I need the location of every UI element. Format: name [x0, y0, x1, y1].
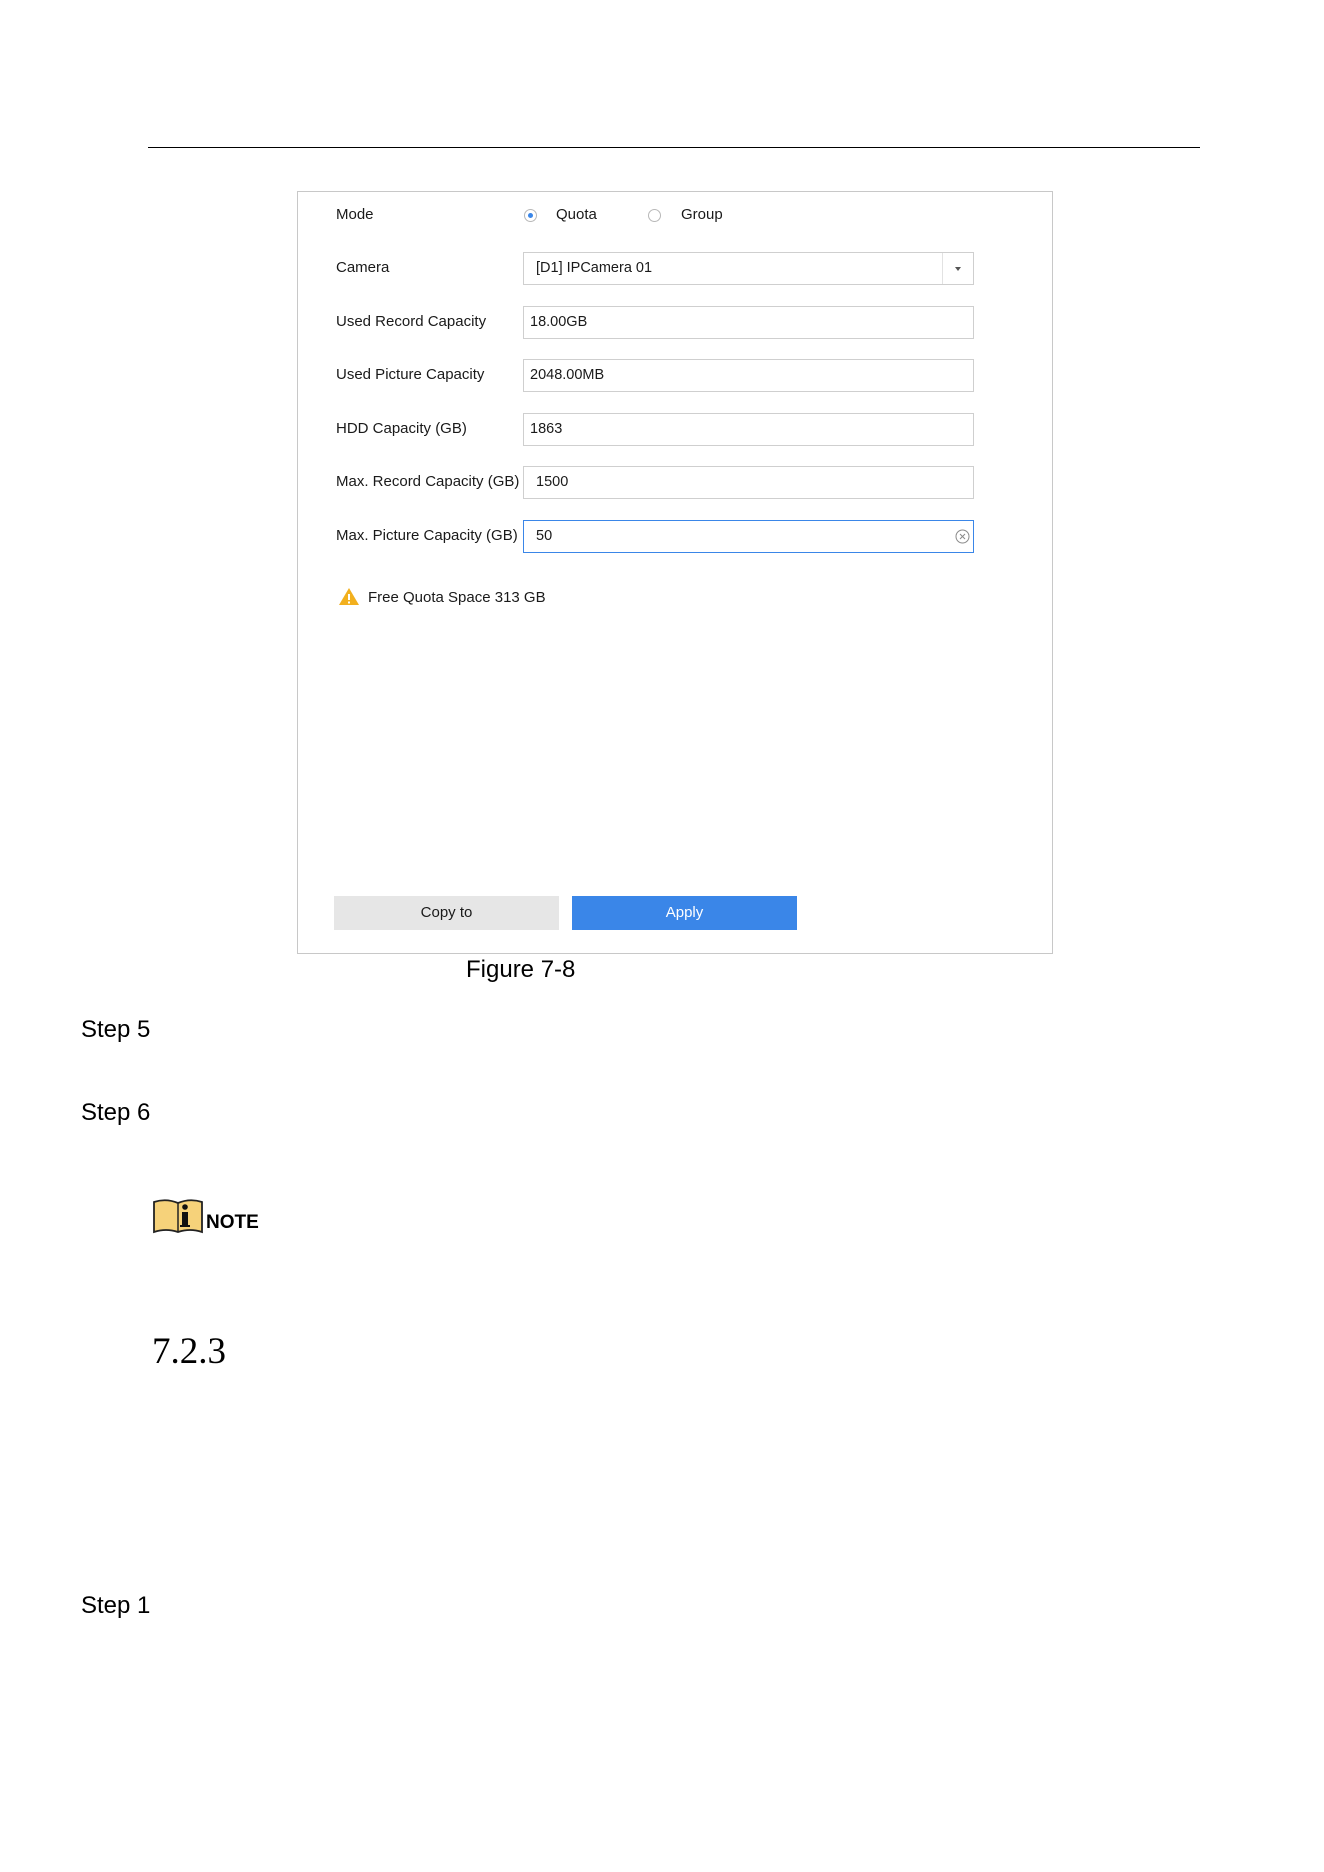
used-picture-capacity-value: 2048.00MB: [530, 367, 605, 383]
mode-label: Mode: [336, 206, 374, 223]
clear-icon[interactable]: [955, 529, 970, 544]
header-rule: [148, 147, 1200, 148]
step-5-label: Step 5: [81, 1016, 151, 1043]
step-1-label: Step 1: [81, 1592, 151, 1619]
hdd-capacity-label: HDD Capacity (GB): [336, 420, 467, 437]
max-record-capacity-value: 1500: [536, 474, 569, 490]
used-record-capacity-value: 18.00GB: [530, 314, 588, 330]
used-picture-capacity-field: 2048.00MB: [523, 359, 974, 392]
copy-to-button[interactable]: Copy to: [334, 896, 559, 930]
step-6-label: Step 6: [81, 1099, 151, 1126]
max-record-capacity-label: Max. Record Capacity (GB): [336, 473, 520, 490]
hdd-capacity-value: 1863: [530, 421, 563, 437]
camera-label: Camera: [336, 259, 390, 276]
section-number: 7.2.3: [152, 1331, 226, 1372]
max-picture-capacity-label: Max. Picture Capacity (GB): [336, 527, 518, 544]
mode-group-radio[interactable]: [648, 209, 661, 222]
mode-quota-radio[interactable]: [524, 209, 537, 222]
note-book-icon: [153, 1199, 203, 1234]
mode-group-label[interactable]: Group: [681, 206, 723, 223]
used-picture-capacity-label: Used Picture Capacity: [336, 366, 485, 383]
used-record-capacity-field: 18.00GB: [523, 306, 974, 339]
free-quota-warning: Free Quota Space 313 GB: [368, 589, 546, 606]
figure-caption: Figure 7-8: [466, 956, 576, 983]
max-picture-capacity-input[interactable]: 50: [523, 520, 974, 553]
used-record-capacity-label: Used Record Capacity: [336, 313, 487, 330]
chevron-down-icon[interactable]: [942, 253, 973, 284]
camera-select[interactable]: [D1] IPCamera 01: [523, 252, 974, 285]
hdd-capacity-field: 1863: [523, 413, 974, 446]
quota-settings-panel: Mode Quota Group Camera [D1] IPCamera 01…: [297, 191, 1053, 954]
mode-quota-label[interactable]: Quota: [556, 206, 597, 223]
warning-icon: [339, 588, 359, 605]
note-label: NOTE: [206, 1212, 259, 1233]
max-picture-capacity-value: 50: [536, 528, 553, 544]
apply-button[interactable]: Apply: [572, 896, 797, 930]
max-record-capacity-input[interactable]: 1500: [523, 466, 974, 499]
camera-select-value: [D1] IPCamera 01: [536, 260, 653, 276]
